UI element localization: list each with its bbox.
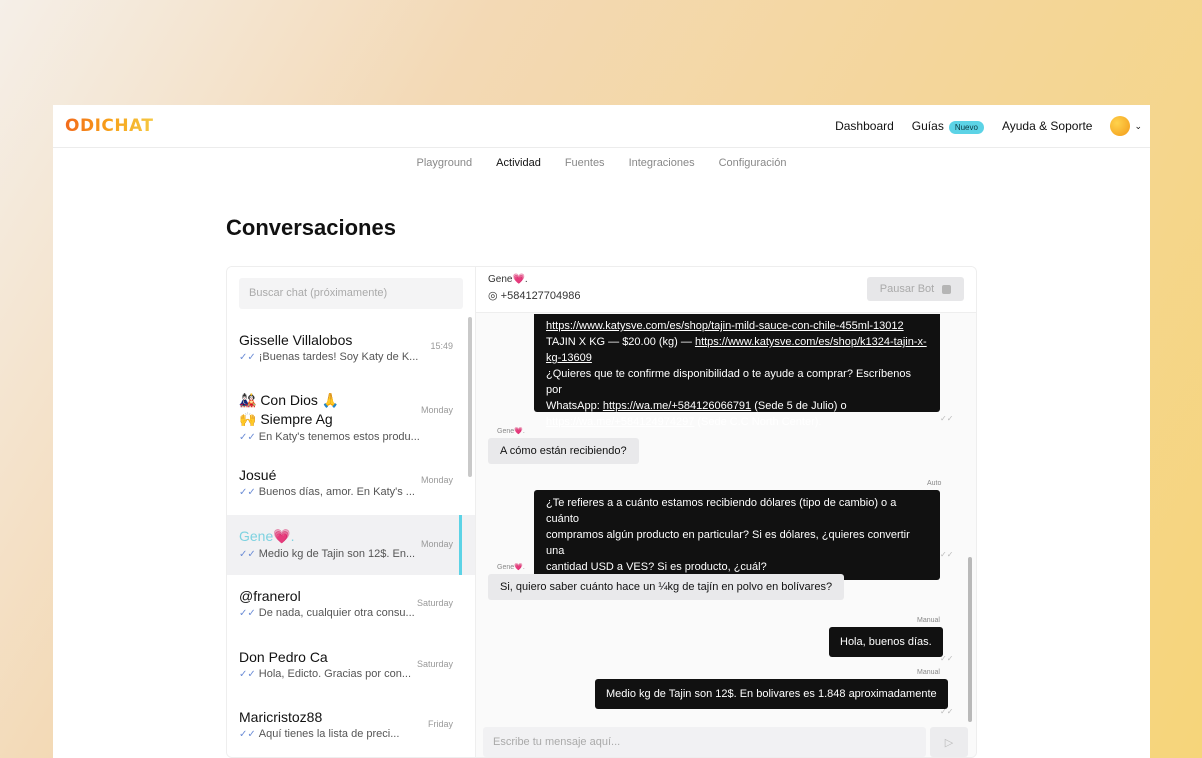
message-link[interactable]: https://wa.me/+584126066791 — [603, 400, 751, 412]
tab-actividad[interactable]: Actividad — [496, 157, 541, 169]
conversation-preview: ✓✓ De nada, cualquier otra consu... — [239, 607, 415, 619]
read-ticks-icon: ✓✓ — [940, 414, 954, 423]
search-input[interactable]: Buscar chat (próximamente) — [239, 278, 463, 309]
conversation-item[interactable]: Maricristoz88 Friday ✓✓ Aquí tienes la li… — [227, 696, 475, 756]
top-nav: Dashboard Guías Nuevo Ayuda & Soporte ⌄ — [835, 116, 1142, 136]
send-icon: ▷ — [944, 736, 954, 749]
message-link[interactable]: https://www.katysve.com/es/shop/k1324-ta… — [695, 336, 927, 348]
conversation-preview: ✓✓ En Katy's tenemos estos produ... — [239, 431, 420, 443]
conversation-item[interactable]: 🎎 Con Dios 🙏 🙌 Siempre Ag Monday ✓✓ En Ka… — [227, 379, 475, 454]
top-bar: ODICHAT Dashboard Guías Nuevo Ayuda & Sop… — [53, 105, 1150, 148]
tab-playground[interactable]: Playground — [417, 157, 473, 169]
sub-nav: Playground Actividad Fuentes Integracion… — [53, 148, 1150, 169]
nav-support[interactable]: Ayuda & Soporte — [1002, 119, 1093, 133]
double-check-icon: ✓✓ — [239, 669, 256, 680]
send-button[interactable]: ▷ — [930, 727, 968, 757]
conversation-sidebar: Buscar chat (próximamente) Gisselle Vill… — [227, 267, 476, 757]
nav-guias-label: Guías — [911, 119, 944, 133]
user-circle-icon: ◎ — [488, 290, 498, 302]
double-check-icon: ✓✓ — [239, 729, 256, 740]
nav-dashboard[interactable]: Dashboard — [835, 119, 894, 133]
user-message: A cómo están recibiendo? — [488, 438, 639, 464]
conversation-item[interactable]: Gisselle Villalobos 15:49 ✓✓ ¡Buenas tard… — [227, 319, 475, 379]
read-ticks-icon: ✓✓ — [940, 550, 954, 559]
bot-message: Hola, buenos días. — [829, 627, 943, 657]
bot-message: https://www.katysve.com/es/shop/tajin-mi… — [534, 314, 940, 428]
conversation-preview: ✓✓ Medio kg de Tajin son 12$. En... — [239, 548, 416, 560]
bot-message: Medio kg de Tajin son 12$. En bolivares … — [595, 679, 948, 709]
avatar — [1110, 116, 1131, 136]
chat-header: Gene💗. ◎ +584127704986 Pausar Bot — [476, 267, 976, 313]
double-check-icon: ✓✓ — [239, 608, 256, 619]
conversation-item[interactable]: Don Pedro Ca Saturday ✓✓ Hola, Edicto. Gr… — [227, 636, 475, 696]
pause-bot-button[interactable]: Pausar Bot — [867, 277, 964, 301]
conversation-time: 15:49 — [430, 341, 453, 351]
double-check-icon: ✓✓ — [239, 352, 256, 363]
message-tag: Auto — [927, 480, 942, 487]
read-ticks-icon: ✓✓ — [940, 654, 954, 663]
pause-bot-label: Pausar Bot — [879, 283, 935, 295]
message-link[interactable]: kg-13609 — [546, 352, 592, 364]
page-title: Conversaciones — [226, 215, 396, 240]
app-window: ODICHAT Dashboard Guías Nuevo Ayuda & Sop… — [53, 105, 1150, 758]
nav-guias[interactable]: Guías Nuevo — [911, 119, 984, 134]
message-input[interactable]: Escribe tu mensaje aquí... — [483, 727, 926, 757]
read-ticks-icon: ✓✓ — [940, 707, 954, 716]
conversation-time: Monday — [420, 539, 453, 549]
conversations-panel: Buscar chat (próximamente) Gisselle Vill… — [226, 266, 977, 758]
conversation-time: Monday — [420, 475, 453, 485]
message-sender: Gene💗. — [497, 564, 525, 571]
conversation-item[interactable]: Josué Monday ✓✓ Buenos días, amor. En Kat… — [227, 454, 475, 515]
message-tag: Manual — [917, 669, 940, 676]
sidebar-scrollbar[interactable] — [468, 317, 472, 477]
tab-configuracion[interactable]: Configuración — [719, 157, 787, 169]
app-logo[interactable]: ODICHAT — [65, 116, 154, 136]
new-badge: Nuevo — [948, 121, 984, 134]
chevron-down-icon: ⌄ — [1134, 120, 1142, 131]
conversation-item[interactable]: @franerol Saturday ✓✓ De nada, cualquier … — [227, 575, 475, 636]
conversation-preview: ✓✓ ¡Buenas tardes! Soy Katy de K... — [239, 351, 419, 363]
conversation-list: Gisselle Villalobos 15:49 ✓✓ ¡Buenas tard… — [227, 319, 475, 756]
conversation-time: Monday — [420, 405, 453, 415]
conversation-time: Saturday — [416, 659, 453, 669]
message-link[interactable]: https://www.katysve.com/es/shop/tajin-mi… — [546, 320, 904, 332]
conversation-preview: ✓✓ Hola, Edicto. Gracias por con... — [239, 668, 411, 680]
message-link[interactable]: https://wa.me/+584124974297 — [546, 416, 694, 428]
tab-integraciones[interactable]: Integraciones — [629, 157, 695, 169]
conversation-name: Gisselle Villalobos — [239, 332, 353, 348]
double-check-icon: ✓✓ — [239, 549, 256, 560]
message-list: https://www.katysve.com/es/shop/tajin-mi… — [476, 314, 976, 721]
chat-area: Gene💗. ◎ +584127704986 Pausar Bot https:… — [476, 267, 976, 757]
conversation-preview: ✓✓ Aquí tienes la lista de preci... — [239, 728, 400, 740]
message-sender: Gene💗. — [497, 428, 525, 435]
conversation-time: Saturday — [416, 598, 453, 608]
double-check-icon: ✓✓ — [239, 487, 256, 498]
conversation-preview: ✓✓ Buenos días, amor. En Katy's ... — [239, 486, 415, 498]
chat-scrollbar[interactable] — [968, 557, 972, 722]
tab-fuentes[interactable]: Fuentes — [565, 157, 605, 169]
stop-icon — [942, 284, 952, 294]
user-message: Si, quiero saber cuánto hace un ¼kg de t… — [488, 574, 845, 600]
message-tag: Manual — [917, 617, 940, 624]
double-check-icon: ✓✓ — [239, 432, 256, 443]
conversation-time: Friday — [427, 719, 453, 729]
account-menu[interactable]: ⌄ — [1110, 116, 1142, 136]
bot-message: ¿Te refieres a a cuánto estamos recibien… — [534, 490, 940, 580]
message-composer: Escribe tu mensaje aquí... ▷ — [483, 727, 968, 757]
conversation-item-selected[interactable]: Gene💗. Monday ✓✓ Medio kg de Tajin son 12… — [227, 515, 475, 575]
